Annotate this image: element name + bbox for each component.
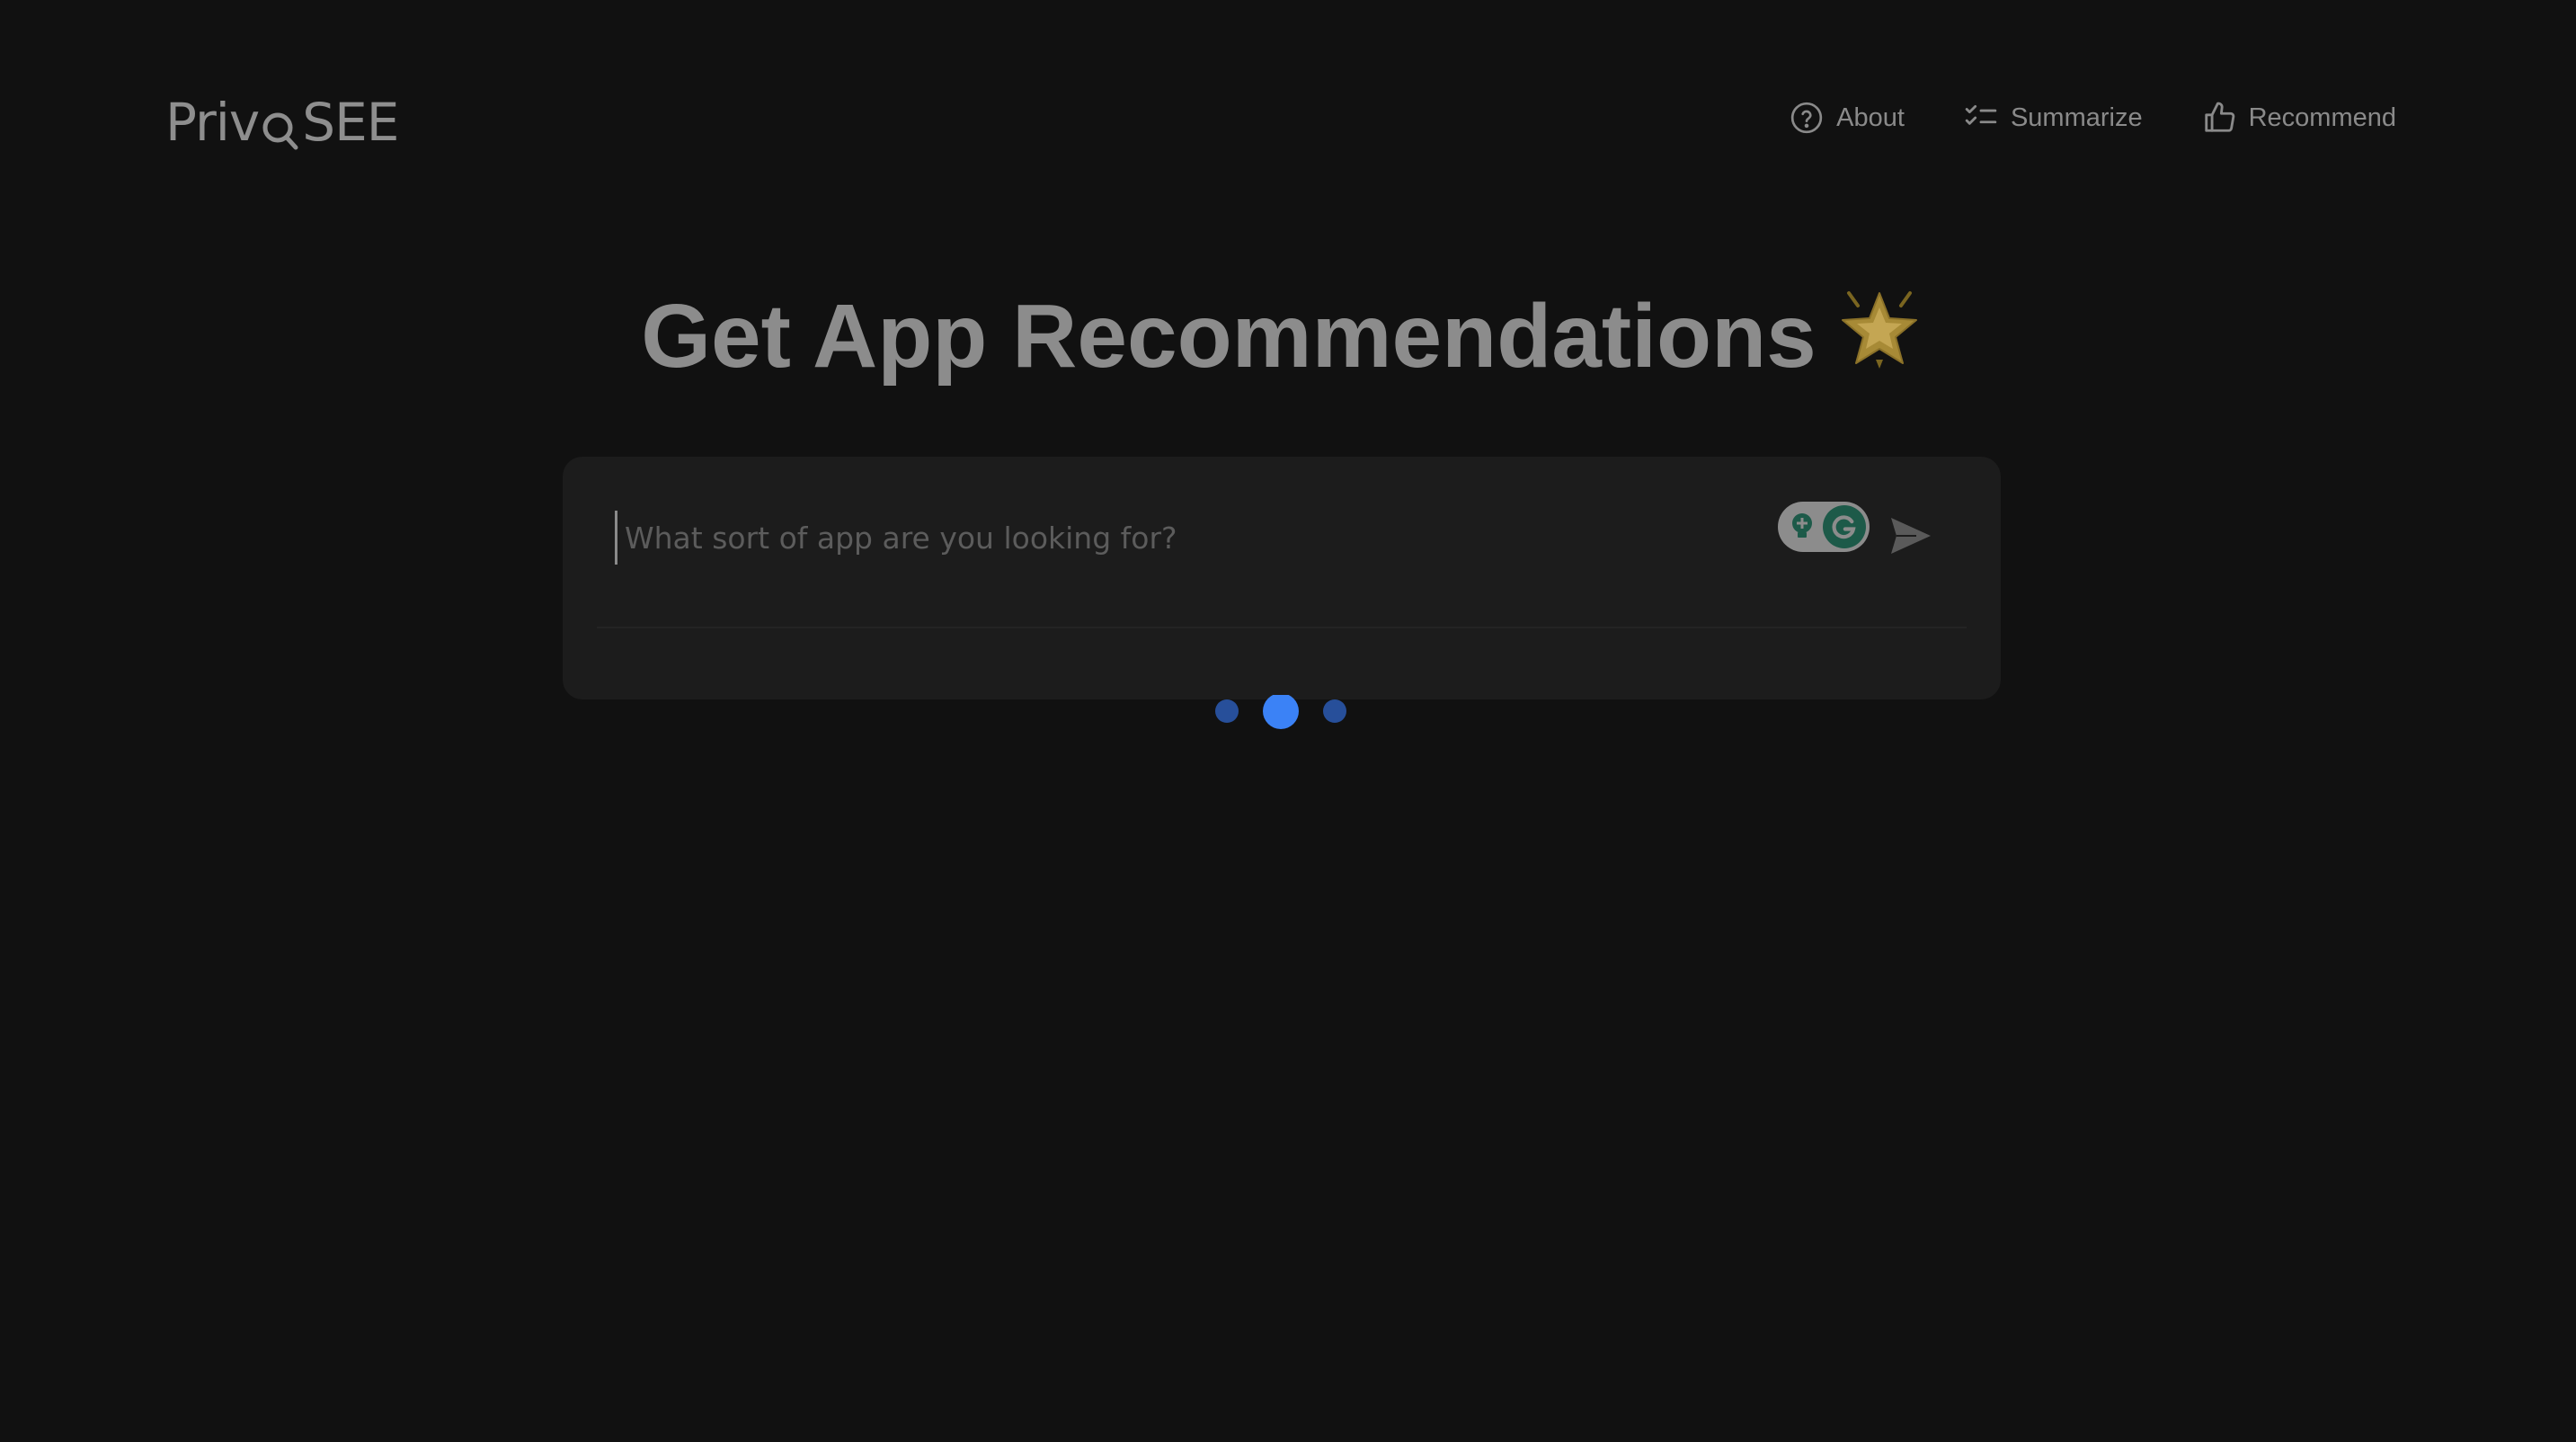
checklist-icon (1965, 104, 1997, 125)
logo[interactable]: Priv SEE (165, 90, 399, 155)
nav-recommend[interactable]: Recommend (2202, 101, 2396, 135)
loading-dots (1215, 695, 1346, 729)
search-input[interactable] (615, 511, 1793, 565)
logo-text-right: SEE (302, 92, 399, 153)
thumbs-up-icon (2204, 102, 2234, 132)
loading-dot-3 (1323, 699, 1346, 723)
lightbulb-icon (1792, 513, 1812, 538)
logo-text-left: Priv (165, 92, 260, 153)
search-card (563, 457, 2001, 699)
loading-dot-2 (1263, 695, 1299, 729)
send-icon[interactable] (1889, 516, 1932, 556)
grammarly-widget[interactable] (1778, 502, 1870, 552)
grammarly-icon (1823, 505, 1866, 548)
nav-about[interactable]: About (1790, 101, 1905, 135)
grammarly-g-glyph (1832, 515, 1856, 539)
magnifier-icon (262, 112, 298, 150)
nav-recommend-label: Recommend (2248, 102, 2396, 132)
page: Priv SEE About Summarize Recommend Get A… (0, 0, 2576, 1442)
nav-about-label: About (1836, 102, 1905, 132)
page-title-text: Get App Recommendations (641, 286, 1817, 387)
top-nav: About Summarize Recommend (1790, 101, 2396, 135)
question-circle-icon (1790, 102, 1823, 134)
nav-summarize[interactable]: Summarize (1964, 101, 2143, 135)
card-divider (597, 627, 1967, 628)
loading-dot-1 (1215, 699, 1239, 723)
glowing-star-icon (1841, 291, 1917, 369)
nav-summarize-label: Summarize (2010, 102, 2143, 132)
page-title: Get App Recommendations (0, 286, 2563, 386)
